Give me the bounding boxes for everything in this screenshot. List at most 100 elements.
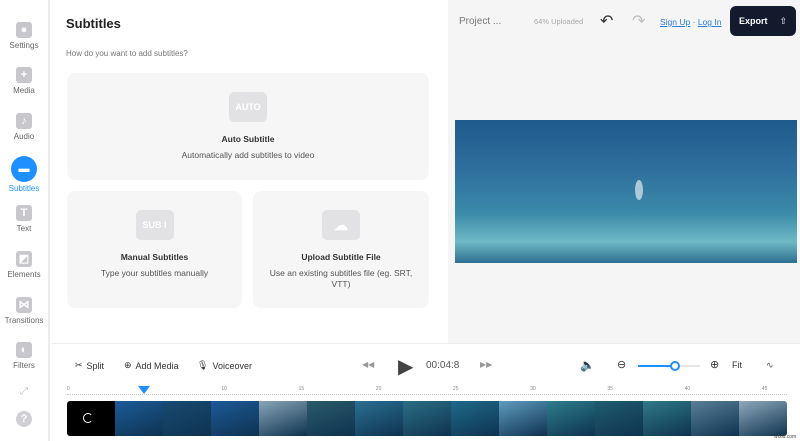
video-thumbnail (67, 401, 115, 436)
sign-up-link[interactable]: Sign Up (660, 17, 690, 27)
microphone-icon: 🎙 (197, 360, 209, 370)
video-thumbnail (547, 401, 595, 436)
sidebar-item-settings[interactable]: ● Settings (0, 22, 48, 50)
video-thumbnail (499, 401, 547, 436)
export-label: Export (738, 16, 768, 26)
help-button[interactable]: ? (0, 411, 48, 430)
timeline-panel: ✂ Split ⊕ Add Media 🎙 Voiceover ◀◀ ▶ 00:04:… (52, 343, 800, 441)
card-title: Upload Subtitle File (301, 252, 381, 262)
sidebar-item-label: Settings (9, 41, 39, 50)
scissors-icon: ✂ (75, 360, 83, 370)
export-button[interactable]: Export ⇧ (730, 6, 796, 36)
card-description: Type your subtitles manually (100, 268, 209, 278)
zoom-slider[interactable] (638, 361, 700, 371)
voiceover-label: Voiceover (212, 360, 252, 371)
sidebar-item-label: Elements (7, 270, 41, 279)
card-title: Manual Subtitles (120, 252, 189, 262)
video-thumbnail (163, 401, 211, 436)
tick-label: 0 (67, 386, 70, 392)
sidebar-item-label: Audio (13, 132, 35, 141)
split-label: Split (86, 360, 105, 371)
tick-label: 10 (221, 386, 227, 392)
volume-icon[interactable]: 🔈 (580, 358, 595, 372)
manual-subtitles-card[interactable]: SUB I Manual Subtitles Type your subtitl… (67, 191, 242, 308)
rewind-icon[interactable]: ◀◀ (362, 360, 374, 369)
video-thumbnail (259, 401, 307, 436)
video-thumbnail (691, 401, 739, 436)
subtitles-panel: Subtitles How do you want to add subtitl… (52, 0, 447, 343)
video-preview[interactable] (455, 120, 797, 263)
voiceover-button[interactable]: 🎙 Voiceover (197, 360, 252, 371)
upload-subtitle-file-card[interactable]: ☁ Upload Subtitle File Use an existing s… (253, 191, 429, 308)
fit-button[interactable]: Fit (732, 360, 742, 370)
log-in-link[interactable]: Log In (698, 17, 722, 27)
card-title: Auto Subtitle (221, 134, 275, 144)
upload-icon: ⇧ (779, 15, 788, 26)
loading-spinner-icon (83, 413, 93, 423)
separator: · (692, 17, 696, 27)
subtitles-icon: ▬ (11, 156, 37, 182)
undo-icon[interactable]: ↶ (600, 11, 613, 31)
collapse-icon[interactable]: ⤢ (0, 386, 48, 397)
card-description: Automatically add subtitles to video (181, 150, 315, 160)
panel-question: How do you want to add subtitles? (66, 49, 188, 58)
split-button[interactable]: ✂ Split (75, 360, 104, 371)
video-thumbnail (355, 401, 403, 436)
tick-label: 15 (298, 386, 305, 392)
elements-icon: ◩ (16, 251, 32, 267)
playhead[interactable] (138, 386, 151, 394)
help-icon: ? (16, 411, 32, 427)
sidebar-item-elements[interactable]: ◩ Elements (0, 251, 48, 279)
add-circle-icon: ⊕ (124, 360, 132, 370)
sidebar-item-label: Transitions (4, 316, 44, 325)
sidebar-item-label: Media (13, 86, 35, 95)
video-thumbnail (739, 401, 787, 436)
music-note-icon: ♪ (16, 113, 32, 129)
dolphin (635, 180, 643, 200)
video-thumbnail (115, 401, 163, 436)
current-time: 00:04:8 (426, 360, 460, 371)
filters-icon: ◐ (16, 342, 32, 358)
play-icon[interactable]: ▶ (398, 354, 413, 379)
sidebar-item-subtitles[interactable]: ▬ Subtitles (0, 156, 48, 193)
video-track[interactable] (67, 401, 787, 436)
tick-label: 20 (375, 386, 382, 392)
zoom-in-icon[interactable]: ⊕ (710, 358, 719, 371)
sidebar: ● Settings + Media ♪ Audio ▬ Subtitles T Text ◩ Ele… (0, 0, 50, 441)
sidebar-item-transitions[interactable]: ⋈ Transitions (0, 297, 48, 325)
card-description: Use an existing subtitles file (eg. SRT,… (269, 268, 413, 289)
add-media-label: Add Media (135, 360, 179, 371)
project-name[interactable]: Project ... (459, 16, 501, 27)
zoom-out-icon[interactable]: ⊖ (617, 358, 626, 371)
sidebar-item-label: Text (16, 224, 32, 233)
ruler (67, 394, 787, 397)
cloud-upload-icon: ☁ (322, 210, 360, 240)
sidebar-item-media[interactable]: + Media (0, 67, 48, 95)
text-icon: T (16, 205, 32, 221)
auto-subtitle-card[interactable]: AUTO Auto Subtitle Automatically add sub… (67, 73, 429, 180)
video-thumbnail (211, 401, 259, 436)
watermark: wfxid.com (774, 434, 797, 440)
transitions-icon: ⋈ (16, 297, 32, 313)
sub-text-cursor-icon: SUB I (135, 210, 174, 240)
redo-icon[interactable]: ↷ (632, 11, 645, 31)
video-thumbnail (451, 401, 499, 436)
video-thumbnail (307, 401, 355, 436)
sidebar-item-label: Subtitles (8, 184, 40, 193)
auto-icon: AUTO (229, 92, 267, 122)
upload-status: 64% Uploaded (534, 17, 584, 26)
sidebar-item-label: Filters (13, 361, 35, 370)
tick-label: 45 (761, 386, 768, 392)
page-title: Subtitles (66, 16, 121, 31)
sidebar-item-audio[interactable]: ♪ Audio (0, 113, 48, 141)
sidebar-item-filters[interactable]: ◐ Filters (0, 342, 48, 370)
gear-icon: ● (16, 22, 32, 38)
forward-icon[interactable]: ▶▶ (480, 360, 492, 369)
add-media-button[interactable]: ⊕ Add Media (124, 360, 179, 371)
tick-label: 30 (530, 386, 536, 392)
waveform-icon[interactable]: ∿ (766, 360, 774, 371)
plus-icon: + (16, 67, 32, 83)
sidebar-item-text[interactable]: T Text (0, 205, 48, 233)
zoom-slider-handle[interactable] (670, 361, 681, 371)
preview-area: Project ... 64% Uploaded ↶ ↷ Sign Up · L… (448, 0, 800, 343)
